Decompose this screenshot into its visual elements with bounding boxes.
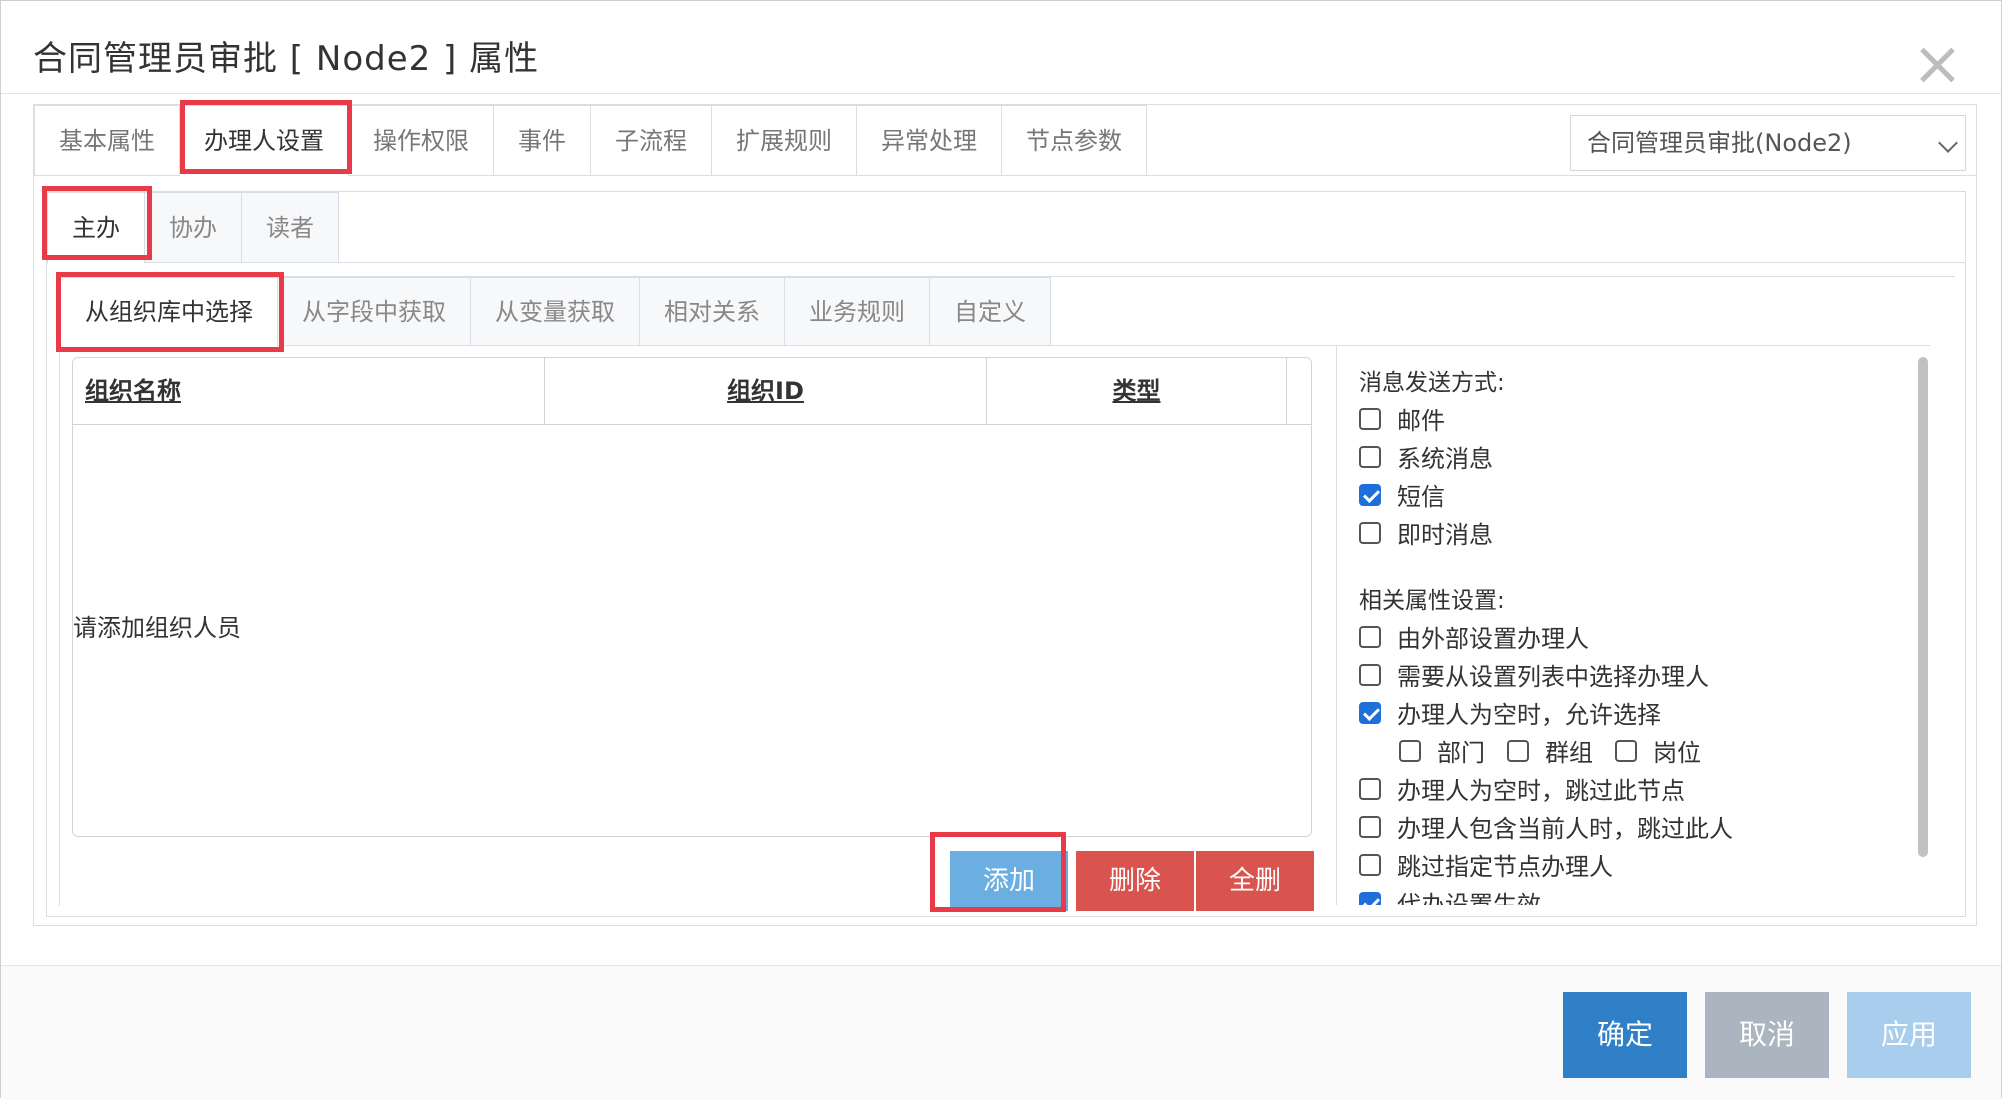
- checkbox-box-checked: [1359, 701, 1381, 724]
- org-grid: 组织名称 组织ID 类型 请添加组织人员: [72, 357, 1312, 837]
- column-org-name[interactable]: 组织名称: [73, 358, 545, 424]
- checkbox-label: 岗位: [1653, 739, 1701, 767]
- checkbox-box: [1359, 815, 1381, 838]
- checkbox-box: [1359, 663, 1381, 686]
- checkbox-label: 部门: [1437, 739, 1485, 767]
- source-tab-bar: 从组织库中选择 从字段中获取 从变量获取 相对关系 业务规则 自定义: [60, 277, 1930, 346]
- checkbox-label: 系统消息: [1397, 445, 1493, 473]
- checkbox-box: [1399, 739, 1421, 762]
- checkbox-allow-select-when-empty[interactable]: 办理人为空时，允许选择: [1359, 695, 1661, 730]
- tab-main-handler[interactable]: 主办: [47, 192, 145, 263]
- checkbox-choose-from-list[interactable]: 需要从设置列表中选择办理人: [1359, 657, 1709, 692]
- tab-co-handler[interactable]: 协办: [144, 192, 242, 262]
- checkbox-label: 跳过指定节点办理人: [1397, 853, 1613, 881]
- checkbox-email[interactable]: 邮件: [1359, 401, 1445, 436]
- column-org-id[interactable]: 组织ID: [545, 358, 987, 424]
- apply-button[interactable]: 应用: [1847, 992, 1971, 1078]
- chevron-down-icon: [1938, 133, 1958, 153]
- checkbox-label: 办理人为空时，跳过此节点: [1397, 777, 1685, 805]
- checkbox-system-message[interactable]: 系统消息: [1359, 439, 1493, 474]
- dialog-footer: 确定 取消 应用: [1, 965, 2001, 1100]
- checkbox-delegation-effective[interactable]: 代办设置生效: [1359, 885, 1541, 905]
- dialog-titlebar: 合同管理员审批 [ Node2 ] 属性: [1, 1, 2001, 94]
- checkbox-box: [1359, 625, 1381, 648]
- tab-basic-properties[interactable]: 基本属性: [34, 105, 180, 175]
- ok-button[interactable]: 确定: [1563, 992, 1687, 1078]
- tab-select-from-org[interactable]: 从组织库中选择: [60, 277, 278, 346]
- node-select-value: 合同管理员审批(Node2): [1587, 129, 1852, 157]
- checkbox-label: 办理人包含当前人时，跳过此人: [1397, 815, 1733, 843]
- tab-events[interactable]: 事件: [493, 105, 591, 175]
- checkbox-department[interactable]: 部门: [1399, 733, 1485, 768]
- checkbox-instant-message[interactable]: 即时消息: [1359, 515, 1493, 550]
- grid-empty-message: 请添加组织人员: [73, 614, 241, 642]
- checkbox-box: [1359, 777, 1381, 800]
- tab-node-parameters[interactable]: 节点参数: [1001, 105, 1147, 175]
- tab-handler-settings[interactable]: 办理人设置: [179, 105, 349, 176]
- tab-subprocess[interactable]: 子流程: [590, 105, 712, 175]
- tab-extension-rules[interactable]: 扩展规则: [711, 105, 857, 175]
- checkbox-box: [1507, 739, 1529, 762]
- checkbox-skip-specified-node-handler[interactable]: 跳过指定节点办理人: [1359, 847, 1613, 882]
- tab-readers[interactable]: 读者: [241, 192, 339, 262]
- checkbox-position[interactable]: 岗位: [1615, 733, 1701, 768]
- dialog-body: 基本属性 办理人设置 操作权限 事件 子流程 扩展规则 异常处理 节点参数 合同…: [33, 104, 1977, 926]
- checkbox-box: [1359, 407, 1381, 430]
- checkbox-label: 代办设置生效: [1397, 891, 1541, 905]
- checkbox-label: 办理人为空时，允许选择: [1397, 701, 1661, 729]
- tab-exception-handling[interactable]: 异常处理: [856, 105, 1002, 175]
- role-tab-bar: 主办 协办 读者: [47, 192, 1965, 263]
- delete-button[interactable]: 删除: [1076, 851, 1194, 911]
- checkbox-box: [1359, 521, 1381, 544]
- checkbox-external-handler[interactable]: 由外部设置办理人: [1359, 619, 1589, 654]
- tab-custom[interactable]: 自定义: [929, 277, 1051, 345]
- add-button[interactable]: 添加: [950, 851, 1068, 911]
- options-panel: 消息发送方式: 邮件 系统消息 短信 即时消息 相关属性设置: 由外部设置办理人…: [1336, 345, 1936, 905]
- checkbox-box-checked: [1359, 483, 1381, 506]
- tab-relative-relation[interactable]: 相对关系: [639, 277, 785, 345]
- checkbox-label: 由外部设置办理人: [1397, 625, 1589, 653]
- checkbox-box: [1359, 445, 1381, 468]
- tab-from-variable[interactable]: 从变量获取: [470, 277, 640, 345]
- tab-from-field[interactable]: 从字段中获取: [277, 277, 471, 345]
- related-settings-label: 相关属性设置:: [1359, 588, 1505, 614]
- column-type[interactable]: 类型: [987, 358, 1287, 424]
- options-scrollbar[interactable]: [1918, 357, 1928, 857]
- properties-dialog: 合同管理员审批 [ Node2 ] 属性 基本属性 办理人设置 操作权限 事件 …: [0, 0, 2002, 1100]
- dialog-title: 合同管理员审批 [ Node2 ] 属性: [33, 39, 540, 79]
- delete-all-button[interactable]: 全删: [1196, 851, 1314, 911]
- tab-business-rules[interactable]: 业务规则: [784, 277, 930, 345]
- checkbox-box: [1615, 739, 1637, 762]
- handler-settings-panel: 主办 协办 读者 从组织库中选择 从字段中获取 从变量获取 相对关系 业务规则 …: [46, 191, 1966, 917]
- checkbox-box: [1359, 853, 1381, 876]
- checkbox-box-checked: [1359, 891, 1381, 905]
- checkbox-label: 群组: [1545, 739, 1593, 767]
- checkbox-sms[interactable]: 短信: [1359, 477, 1445, 512]
- source-panel: 从组织库中选择 从字段中获取 从变量获取 相对关系 业务规则 自定义 组织名称 …: [59, 276, 1955, 911]
- checkbox-label: 短信: [1397, 483, 1445, 511]
- close-icon[interactable]: [1917, 45, 1957, 85]
- checkbox-skip-current-user[interactable]: 办理人包含当前人时，跳过此人: [1359, 809, 1733, 844]
- checkbox-label: 需要从设置列表中选择办理人: [1397, 663, 1709, 691]
- checkbox-group[interactable]: 群组: [1507, 733, 1593, 768]
- checkbox-skip-node-when-empty[interactable]: 办理人为空时，跳过此节点: [1359, 771, 1685, 806]
- grid-header: 组织名称 组织ID 类型: [73, 358, 1311, 425]
- checkbox-label: 邮件: [1397, 407, 1445, 435]
- message-method-label: 消息发送方式:: [1359, 370, 1505, 396]
- node-select[interactable]: 合同管理员审批(Node2): [1570, 115, 1966, 171]
- tab-operation-permissions[interactable]: 操作权限: [348, 105, 494, 175]
- cancel-button[interactable]: 取消: [1705, 992, 1829, 1078]
- checkbox-label: 即时消息: [1397, 521, 1493, 549]
